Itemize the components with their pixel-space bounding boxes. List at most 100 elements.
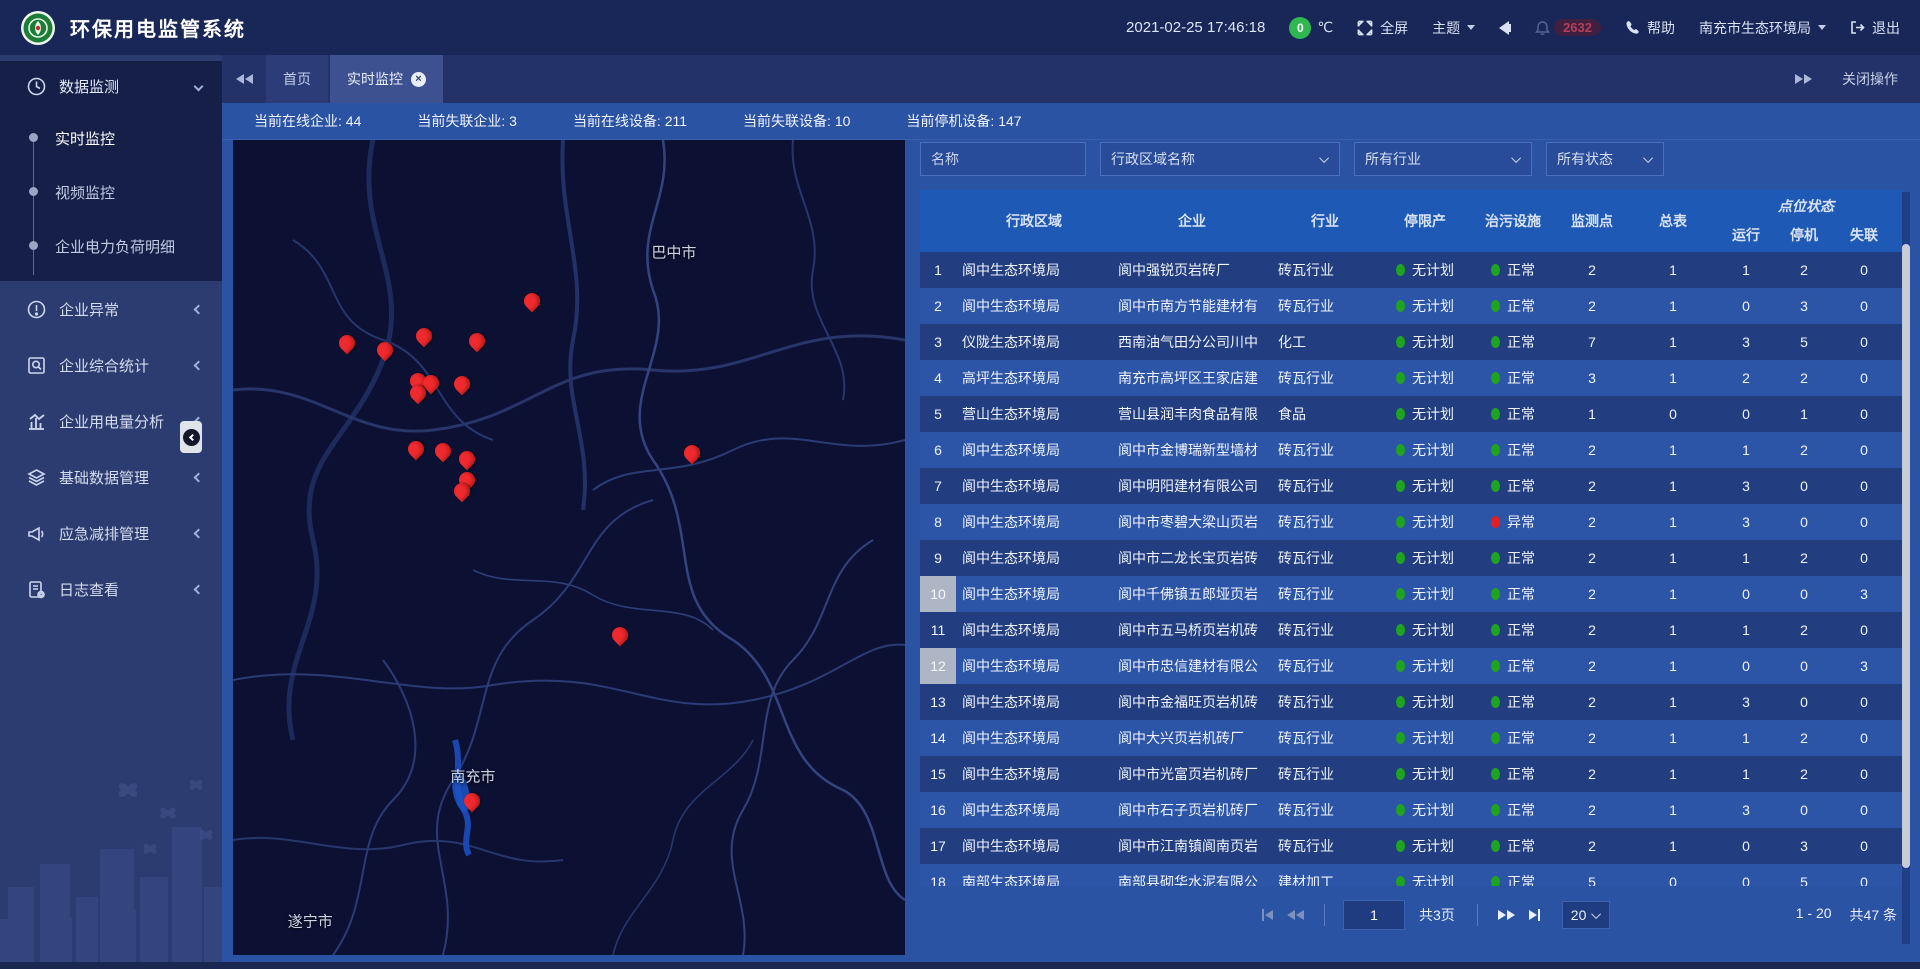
table-row[interactable]: 15阆中生态环境局阆中市光富页岩机砖厂砖瓦行业无计划正常21120 [920,756,1905,792]
cell-industry: 食品 [1272,396,1378,432]
bullet-icon [29,241,38,250]
cell-company: 阆中市光富页岩机砖厂 [1112,756,1272,792]
cell-stop: 2 [1776,360,1832,396]
cell-meter: 1 [1630,324,1716,360]
cell-region: 阆中生态环境局 [956,612,1112,648]
map-pin-icon[interactable] [409,384,427,408]
cell-facility: 异常 [1472,504,1554,540]
map-panel[interactable]: 巴中市南充市遂宁市 [233,140,905,955]
cell-stop: 2 [1776,756,1832,792]
table-row[interactable]: 10阆中生态环境局阆中千佛镇五郎垭页岩砖瓦行业无计划正常21003 [920,576,1905,612]
sidebar-group-emergency-reduction[interactable]: 应急减排管理 [0,505,222,561]
map-pin-icon[interactable] [463,792,481,816]
table-row[interactable]: 2阆中生态环境局阆中市南方节能建材有砖瓦行业无计划正常21030 [920,288,1905,324]
cell-facility: 正常 [1472,360,1554,396]
next-page-button[interactable] [1496,908,1517,922]
pagination-bar: 共3页 20 1 - 20 共47 条 [920,886,1905,944]
help-button[interactable]: 帮助 [1625,18,1675,38]
tab-realtime[interactable]: 实时监控× [330,55,443,103]
sidebar-group-enterprise-abnormal[interactable]: 企业异常 [0,281,222,337]
header-actions: 2021-02-25 17:46:18 0 ℃ 全屏 主题 [1126,17,1900,39]
table-row[interactable]: 18南部生态环境局南部县砌华水泥有限公建材加工无计划正常50050 [920,864,1905,886]
stats-bar: 当前在线企业: 44当前失联企业: 3当前在线设备: 211当前失联设备: 10… [222,103,1920,140]
map-pin-icon[interactable] [523,292,541,316]
table-row[interactable]: 3仪陇生态环境局西南油气田分公司川中化工无计划正常71350 [920,324,1905,360]
map-pin-icon[interactable] [376,341,394,365]
tab-scroll-left-icon[interactable] [222,55,266,103]
table-row[interactable]: 6阆中生态环境局阆中市金博瑞新型墙材砖瓦行业无计划正常21120 [920,432,1905,468]
map-pin-icon[interactable] [468,332,486,356]
region-filter-select[interactable]: 行政区域名称 [1100,142,1340,176]
map-collapse-handle[interactable] [180,421,202,453]
cell-meter: 1 [1630,756,1716,792]
close-operations-button[interactable]: 关闭操作 [1842,69,1898,89]
close-icon[interactable]: × [411,72,426,87]
table-row[interactable]: 12阆中生态环境局阆中市忠信建材有限公砖瓦行业无计划正常21003 [920,648,1905,684]
monitor-panel: 行政区域名称 所有行业 所有状态 行政区域 企业 行业 停限产 治污设施 监测点… [920,140,1905,969]
tab-home[interactable]: 首页 [266,55,328,103]
table-row[interactable]: 5营山生态环境局营山县润丰肉食品有限食品无计划正常10010 [920,396,1905,432]
map-pin-icon[interactable] [683,444,701,468]
cell-stop: 0 [1776,468,1832,504]
sidebar-item-power-load-detail[interactable]: 企业电力负荷明细 [0,219,222,273]
cell-monitor: 2 [1554,432,1630,468]
table-row[interactable]: 7阆中生态环境局阆中明阳建材有限公司砖瓦行业无计划正常21300 [920,468,1905,504]
row-number: 6 [920,432,956,468]
table-row[interactable]: 14阆中生态环境局阆中大兴页岩机砖厂砖瓦行业无计划正常21120 [920,720,1905,756]
cell-facility: 正常 [1472,684,1554,720]
last-page-button[interactable] [1527,907,1542,923]
cell-company: 阆中市二龙长宝页岩砖 [1112,540,1272,576]
tab-bar-right: 关闭操作 [1795,55,1920,103]
name-filter-input[interactable] [920,142,1086,176]
row-number: 18 [920,864,956,886]
row-number: 9 [920,540,956,576]
map-pin-icon[interactable] [611,626,629,650]
sidebar-group-toggle-data-monitoring[interactable]: 数据监测 [0,61,222,111]
table-scrollbar[interactable] [1902,244,1910,868]
industry-filter-select[interactable]: 所有行业 [1354,142,1532,176]
table-row[interactable]: 11阆中生态环境局阆中市五马桥页岩机砖砖瓦行业无计划正常21120 [920,612,1905,648]
table-row[interactable]: 8阆中生态环境局阆中市枣碧大梁山页岩砖瓦行业无计划异常21300 [920,504,1905,540]
status-dot-icon [1491,264,1500,276]
sidebar-group-log-view[interactable]: 日志查看 [0,561,222,617]
fullscreen-button[interactable]: 全屏 [1357,18,1408,38]
temperature-unit: ℃ [1317,19,1333,36]
notification-bell[interactable]: 2632 [1535,19,1601,36]
cell-limit: 无计划 [1378,504,1472,540]
speaker-icon[interactable] [1499,21,1511,35]
map-pin-icon[interactable] [453,375,471,399]
cell-region: 阆中生态环境局 [956,504,1112,540]
table-row[interactable]: 9阆中生态环境局阆中市二龙长宝页岩砖砖瓦行业无计划正常21120 [920,540,1905,576]
phone-icon [1625,20,1640,35]
table-row[interactable]: 17阆中生态环境局阆中市江南镇阆南页岩砖瓦行业无计划正常21030 [920,828,1905,864]
table-row[interactable]: 1阆中生态环境局阆中强锐页岩砖厂砖瓦行业无计划正常21120 [920,252,1905,288]
first-page-button[interactable] [1260,907,1275,923]
sidebar-group-enterprise-stats[interactable]: 企业综合统计 [0,337,222,393]
status-dot-icon [1491,588,1500,600]
page-input[interactable] [1343,900,1405,930]
sidebar-group-base-data[interactable]: 基础数据管理 [0,449,222,505]
table-row[interactable]: 13阆中生态环境局阆中市金福旺页岩机砖砖瓦行业无计划正常21300 [920,684,1905,720]
org-dropdown[interactable]: 南充市生态环境局 [1699,18,1826,38]
status-filter-select[interactable]: 所有状态 [1546,142,1664,176]
status-dot-icon [1396,876,1405,886]
clock-icon [26,76,46,96]
map-pin-icon[interactable] [453,482,471,506]
map-pin-icon[interactable] [434,442,452,466]
tab-scroll-right-icon[interactable] [1795,74,1812,84]
sidebar-item-realtime-monitor[interactable]: 实时监控 [0,111,222,165]
status-dot-icon [1491,732,1500,744]
sidebar-group-label: 企业综合统计 [59,355,149,376]
table-row[interactable]: 16阆中生态环境局阆中市石子页岩机砖厂砖瓦行业无计划正常21300 [920,792,1905,828]
theme-dropdown[interactable]: 主题 [1432,18,1475,38]
table-row[interactable]: 4高坪生态环境局南充市高坪区王家店建砖瓦行业无计划正常31220 [920,360,1905,396]
page-size-select[interactable]: 20 [1562,901,1611,929]
logout-button[interactable]: 退出 [1850,18,1900,38]
prev-page-button[interactable] [1285,908,1306,922]
cell-monitor: 5 [1554,864,1630,886]
cell-region: 阆中生态环境局 [956,648,1112,684]
map-pin-icon[interactable] [407,440,425,464]
sidebar-item-video-monitor[interactable]: 视频监控 [0,165,222,219]
map-pin-icon[interactable] [338,334,356,358]
map-pin-icon[interactable] [415,327,433,351]
